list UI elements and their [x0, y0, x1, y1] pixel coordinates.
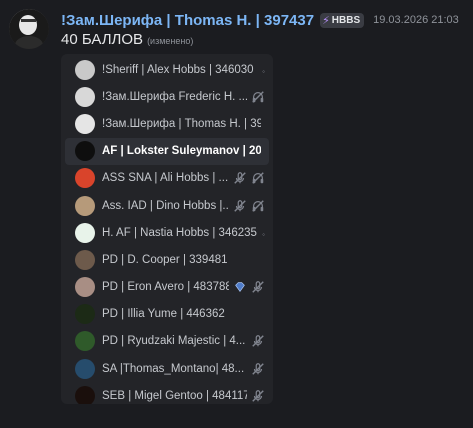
member-avatar — [75, 141, 95, 162]
member-avatar — [75, 358, 95, 379]
message-content: 40 БАЛЛОВ (изменено) — [61, 31, 193, 51]
member-status-icons — [233, 199, 269, 213]
muted-icon — [251, 362, 265, 376]
member-list: !Sheriff | Alex Hobbs | 346030 ◦ !Зам.Шери… — [61, 54, 273, 404]
muted-icon — [233, 171, 247, 185]
member-row[interactable]: PD | Eron Avero | 483788 — [65, 274, 269, 301]
member-avatar — [75, 249, 95, 270]
member-status-icons — [251, 90, 269, 104]
member-name: ASS SNA | Ali Hobbs | ... — [102, 172, 229, 185]
member-status-icons — [233, 171, 269, 185]
member-name: H. AF | Nastia Hobbs | 346235 — [102, 226, 257, 239]
member-status-icons: ◦ — [262, 61, 269, 79]
member-name: PD | Ryudzaki Majestic | 4... — [102, 335, 246, 348]
member-row[interactable]: AF | Lokster Suleymanov | 200... — [65, 137, 269, 165]
muted-icon — [251, 334, 265, 348]
member-status-icons — [251, 389, 269, 403]
member-avatar — [75, 168, 95, 189]
member-status-icons — [251, 362, 269, 376]
dot-icon: ◦ — [262, 229, 265, 239]
member-avatar — [75, 331, 95, 352]
member-avatar — [75, 385, 95, 404]
author-name[interactable]: !Зам.Шерифа | Thomas H. | 397437 — [61, 12, 314, 29]
member-name: AF | Lokster Suleymanov | 200... — [102, 145, 261, 158]
member-row[interactable]: SEB | Migel Gentoo | 484117 — [65, 382, 269, 404]
chat-message: !Зам.Шерифа | Thomas H. | 397437 ⚡ HBBS … — [0, 0, 473, 428]
edited-label: (изменено) — [147, 36, 194, 46]
member-name: !Зам.Шерифа | Thomas H. | 39... — [102, 117, 261, 130]
member-avatar — [75, 304, 95, 325]
muted-icon — [251, 280, 265, 294]
author-avatar[interactable] — [9, 9, 49, 49]
member-avatar — [75, 222, 95, 243]
member-row[interactable]: ASS SNA | Ali Hobbs | ... — [65, 165, 269, 192]
member-row[interactable]: PD | Illia Yume | 446362 — [65, 301, 269, 328]
member-row[interactable]: PD | D. Cooper | 339481 — [65, 246, 269, 273]
member-status-icons — [251, 334, 269, 348]
member-avatar — [75, 86, 95, 107]
member-avatar — [75, 59, 95, 80]
member-row[interactable]: Ass. IAD | Dino Hobbs |... — [65, 192, 269, 219]
muted-icon — [251, 389, 265, 403]
message-text: 40 БАЛЛОВ — [61, 31, 144, 48]
member-status-icons — [233, 280, 269, 294]
member-row[interactable]: !Зам.Шерифа | Thomas H. | 39... — [65, 110, 269, 137]
message-timestamp[interactable]: 19.03.2026 21:03 — [373, 14, 459, 26]
member-row[interactable]: H. AF | Nastia Hobbs | 346235 ◦ — [65, 219, 269, 246]
member-avatar — [75, 277, 95, 298]
bolt-icon: ⚡ — [322, 14, 330, 27]
deafened-icon — [251, 199, 265, 213]
message-header: !Зам.Шерифа | Thomas H. | 397437 ⚡ HBBS … — [61, 10, 459, 30]
muted-icon — [233, 199, 247, 213]
nitro-gem-icon — [233, 280, 247, 294]
member-row[interactable]: PD | Ryudzaki Majestic | 4... — [65, 328, 269, 355]
member-name: !Sheriff | Alex Hobbs | 346030 — [102, 63, 254, 76]
dot-icon: ◦ — [262, 66, 265, 76]
member-status-icons: ◦ — [262, 224, 269, 242]
member-name: PD | Illia Yume | 446362 — [102, 308, 225, 321]
member-name: Ass. IAD | Dino Hobbs |... — [102, 199, 229, 212]
member-name: PD | D. Cooper | 339481 — [102, 253, 228, 266]
member-row[interactable]: !Зам.Шерифа Frederic H. ... — [65, 83, 269, 110]
member-name: SEB | Migel Gentoo | 484117 — [102, 389, 247, 402]
member-row[interactable]: !Sheriff | Alex Hobbs | 346030 ◦ — [65, 56, 269, 83]
deafened-icon — [251, 171, 265, 185]
member-name: PD | Eron Avero | 483788 — [102, 281, 229, 294]
member-name: !Зам.Шерифа Frederic H. ... — [102, 90, 247, 103]
member-avatar — [75, 113, 95, 134]
server-tag-label: HBBS — [331, 14, 361, 26]
member-name: SA |Thomas_Montano| 48... — [102, 362, 245, 375]
server-tag[interactable]: ⚡ HBBS — [320, 12, 365, 28]
deafened-icon — [251, 90, 265, 104]
member-avatar — [75, 195, 95, 216]
member-row[interactable]: SA |Thomas_Montano| 48... — [65, 355, 269, 382]
